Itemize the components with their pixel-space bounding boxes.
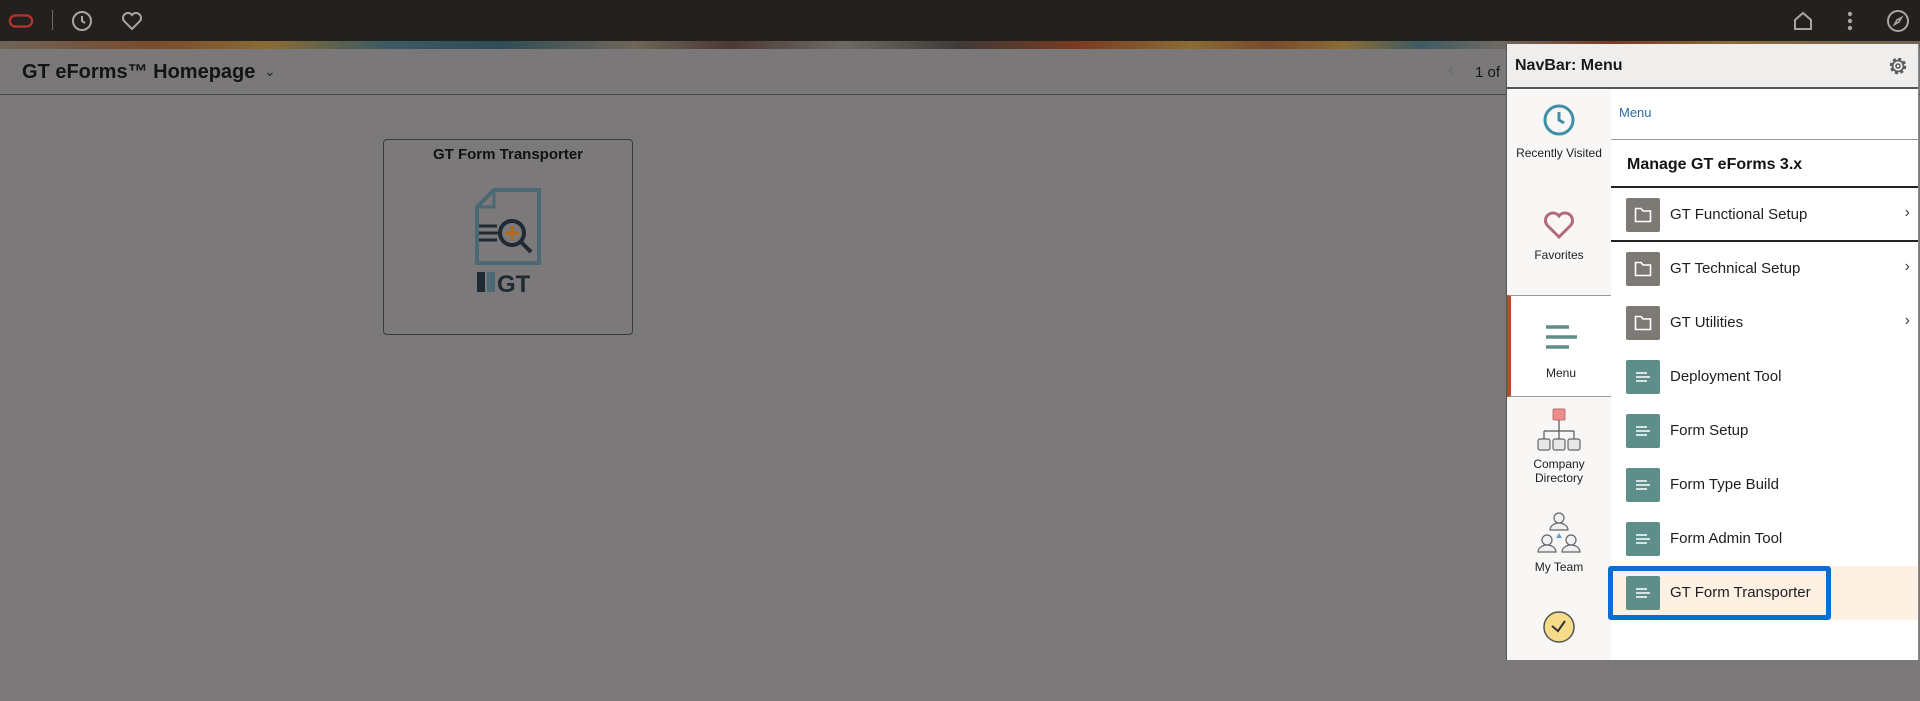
- tile-title: GT Form Transporter: [432, 146, 584, 163]
- navbar-title: NavBar: Menu: [1515, 57, 1623, 74]
- navbar-item-my-team[interactable]: My Team: [1507, 501, 1611, 603]
- oracle-logo-icon[interactable]: [8, 8, 34, 34]
- more-vertical-icon[interactable]: [1837, 8, 1863, 34]
- time-clock-icon: [1543, 611, 1575, 643]
- menu-item-label: Form Setup: [1670, 422, 1749, 439]
- navbar-item-label: Company Directory: [1533, 457, 1585, 485]
- menu-item-form-admin-tool[interactable]: Form Admin Tool: [1611, 512, 1918, 566]
- navbar-left-column: Recently Visited Favorites Menu Company D…: [1507, 89, 1611, 660]
- page-title[interactable]: GT eForms™ Homepage: [22, 61, 255, 84]
- menu-item-label: GT Utilities: [1670, 314, 1744, 331]
- menu-item-gt-technical-setup[interactable]: GT Technical Setup ›: [1611, 242, 1918, 296]
- page-icon: [1626, 522, 1660, 556]
- previous-page-icon[interactable]: ‹: [1448, 62, 1453, 80]
- top-bar: [0, 0, 1920, 41]
- menu-lines-icon: [1546, 325, 1577, 349]
- highlight-box: [1608, 566, 1831, 620]
- home-icon[interactable]: [1790, 8, 1816, 34]
- page-indicator: 1 of: [1475, 64, 1501, 81]
- clock-icon[interactable]: [69, 8, 95, 34]
- svg-text:GT: GT: [497, 271, 531, 298]
- chevron-right-icon: ›: [1904, 258, 1910, 275]
- menu-item-gt-utilities[interactable]: GT Utilities ›: [1611, 296, 1918, 350]
- team-icon: [1537, 512, 1581, 553]
- navbar-header: NavBar: Menu: [1507, 44, 1918, 89]
- navbar-item-menu[interactable]: Menu: [1507, 295, 1611, 397]
- compass-icon[interactable]: [1885, 8, 1911, 34]
- menu-item-label: GT Technical Setup: [1670, 260, 1801, 277]
- page-icon: [1626, 360, 1660, 394]
- menu-item-label: Form Type Build: [1670, 476, 1779, 493]
- navbar-item-company-directory[interactable]: Company Directory: [1507, 399, 1611, 501]
- navbar-item-recently-visited[interactable]: Recently Visited: [1507, 89, 1611, 191]
- menu-item-deployment-tool[interactable]: Deployment Tool: [1611, 350, 1918, 404]
- navbar-item-label: Favorites: [1534, 248, 1584, 262]
- menu-item-form-setup[interactable]: Form Setup: [1611, 404, 1918, 458]
- menu-item-gt-functional-setup[interactable]: GT Functional Setup ›: [1611, 188, 1918, 242]
- heart-icon[interactable]: [119, 8, 145, 34]
- navbar-item-label: Recently Visited: [1516, 146, 1602, 160]
- chevron-down-icon[interactable]: ⌄: [264, 63, 276, 80]
- page-icon: [1626, 414, 1660, 448]
- folder-icon: [1626, 252, 1660, 286]
- folder-icon: [1626, 198, 1660, 232]
- tile-gt-form-transporter[interactable]: GT Form Transporter GT: [383, 139, 633, 335]
- navbar-item-favorites[interactable]: Favorites: [1507, 191, 1611, 293]
- org-chart-icon: [1537, 408, 1581, 451]
- heart-icon: [1544, 211, 1574, 240]
- navbar-item-time[interactable]: [1507, 599, 1611, 701]
- menu-item-form-type-build[interactable]: Form Type Build: [1611, 458, 1918, 512]
- gear-icon[interactable]: [1886, 54, 1910, 78]
- menu-item-label: Deployment Tool: [1670, 368, 1782, 385]
- breadcrumb-menu[interactable]: Menu: [1619, 105, 1652, 120]
- document-search-gt-icon: GT: [475, 188, 541, 298]
- menu-group-title: Manage GT eForms 3.x: [1627, 156, 1803, 173]
- folder-icon: [1626, 306, 1660, 340]
- menu-item-label: GT Functional Setup: [1670, 206, 1808, 223]
- clock-icon: [1543, 104, 1575, 136]
- menu-item-label: Form Admin Tool: [1670, 530, 1783, 547]
- navbar-item-label: My Team: [1534, 560, 1584, 574]
- chevron-right-icon: ›: [1904, 204, 1910, 221]
- divider: [1611, 139, 1918, 140]
- navbar-item-label: Menu: [1545, 366, 1577, 380]
- topbar-divider: [52, 10, 53, 30]
- chevron-right-icon: ›: [1904, 312, 1910, 329]
- page-icon: [1626, 468, 1660, 502]
